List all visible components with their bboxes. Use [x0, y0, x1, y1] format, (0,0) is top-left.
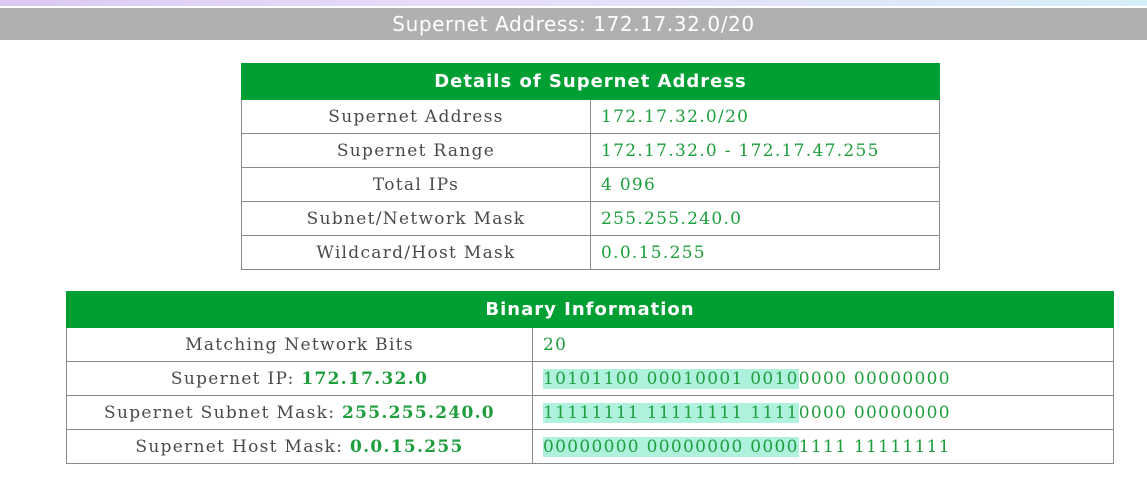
- table-row: Supernet Address 172.17.32.0/20: [241, 99, 941, 134]
- details-table-header: Details of Supernet Address: [240, 63, 941, 100]
- row-value: 172.17.32.0 - 172.17.47.255: [589, 133, 941, 168]
- host-bits: 0000 00000000: [798, 368, 951, 389]
- row-label: Total IPs: [241, 167, 591, 202]
- table-row: Wildcard/Host Mask 0.0.15.255: [241, 235, 941, 270]
- table-row: Supernet IP: 172.17.32.0 10101100 000100…: [66, 361, 1115, 396]
- row-value: 0.0.15.255: [589, 235, 941, 270]
- subnet-mask-binary: 11111111 11111111 11110000 00000000: [531, 395, 1115, 430]
- host-mask-label-text: Supernet Host Mask:: [135, 436, 351, 457]
- host-mask-binary: 00000000 00000000 00001111 11111111: [531, 429, 1115, 464]
- table-row: Supernet Range 172.17.32.0 - 172.17.47.2…: [241, 133, 941, 168]
- table-row: Subnet/Network Mask 255.255.240.0: [241, 201, 941, 236]
- page-title: Supernet Address: 172.17.32.0/20: [0, 8, 1147, 40]
- subnet-mask-label-value: 255.255.240.0: [341, 402, 495, 423]
- row-label: Wildcard/Host Mask: [241, 235, 591, 270]
- subnet-mask-label-text: Supernet Subnet Mask:: [104, 402, 342, 423]
- row-value: 255.255.240.0: [589, 201, 941, 236]
- row-label: Subnet/Network Mask: [241, 201, 591, 236]
- row-label: Supernet Range: [241, 133, 591, 168]
- row-value: 4 096: [589, 167, 941, 202]
- network-bits-highlight: 11111111 11111111 1111: [543, 402, 799, 423]
- row-label: Supernet Address: [241, 99, 591, 134]
- matching-bits-label: Matching Network Bits: [66, 327, 533, 362]
- matching-bits-value: 20: [531, 327, 1115, 362]
- host-mask-label-value: 0.0.15.255: [350, 436, 464, 457]
- supernet-ip-label-value: 172.17.32.0: [301, 368, 429, 389]
- top-gradient-strip: [0, 0, 1147, 6]
- table-row: Matching Network Bits 20: [66, 327, 1115, 362]
- binary-table-header: Binary Information: [65, 291, 1115, 328]
- network-bits-highlight: 00000000 00000000 0000: [543, 436, 799, 457]
- row-value: 172.17.32.0/20: [589, 99, 941, 134]
- supernet-ip-label: Supernet IP: 172.17.32.0: [66, 361, 533, 396]
- table-row: Total IPs 4 096: [241, 167, 941, 202]
- supernet-ip-binary: 10101100 00010001 00100000 00000000: [531, 361, 1115, 396]
- supernet-ip-label-text: Supernet IP:: [170, 368, 302, 389]
- host-mask-label: Supernet Host Mask: 0.0.15.255: [66, 429, 533, 464]
- binary-table: Binary Information Matching Network Bits…: [65, 291, 1115, 464]
- host-bits: 0000 00000000: [798, 402, 951, 423]
- network-bits-highlight: 10101100 00010001 0010: [543, 368, 799, 389]
- table-row: Supernet Host Mask: 0.0.15.255 00000000 …: [66, 429, 1115, 464]
- subnet-mask-label: Supernet Subnet Mask: 255.255.240.0: [66, 395, 533, 430]
- table-row: Supernet Subnet Mask: 255.255.240.0 1111…: [66, 395, 1115, 430]
- details-table: Details of Supernet Address Supernet Add…: [240, 63, 941, 270]
- host-bits: 1111 11111111: [798, 436, 951, 457]
